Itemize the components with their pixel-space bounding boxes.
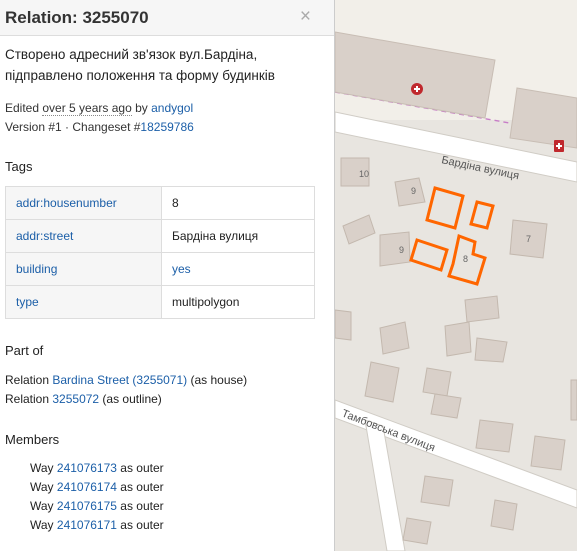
tag-key-link[interactable]: type — [16, 295, 39, 309]
house-number-label: 9 — [411, 186, 416, 196]
tag-value: Бардіна вулиця — [161, 219, 315, 253]
way-link[interactable]: 241076175 — [57, 499, 117, 513]
version-line: Version #1 · Changeset #18259786 — [5, 118, 194, 137]
tag-value-link[interactable]: yes — [172, 262, 191, 276]
edited-line: Edited over 5 years ago by andygol — [5, 99, 194, 118]
version-text: Version #1 · Changeset # — [5, 120, 141, 134]
item-suffix: as outer — [116, 461, 164, 475]
map-view[interactable]: 10 9 9 8 7 Бардіна вулиця Тамбовська вул… — [335, 0, 577, 551]
tag-key-link[interactable]: addr:street — [16, 229, 73, 243]
hospital-icon — [411, 83, 423, 95]
relation-link[interactable]: 3255072 — [52, 392, 99, 406]
edited-prefix: Edited — [5, 101, 43, 115]
item-suffix: as outer — [116, 518, 164, 532]
item-suffix: as outer — [116, 499, 164, 513]
list-item: Way 241076175 as outer — [30, 497, 164, 516]
changeset-comment: Створено адресний зв'язок вул.Бардіна, п… — [5, 47, 275, 83]
part-of-list: Relation Bardina Street (3255071) (as ho… — [5, 371, 247, 409]
part-of-heading: Part of — [5, 343, 44, 358]
sidebar: Relation: 3255070 × Створено адресний зв… — [0, 0, 335, 551]
item-prefix: Way — [30, 461, 57, 475]
members-heading: Members — [5, 432, 60, 447]
close-icon[interactable]: × — [300, 6, 311, 28]
map-canvas[interactable]: 10 9 9 8 7 Бардіна вулиця Тамбовська вул… — [335, 0, 577, 551]
item-prefix: Way — [30, 480, 57, 494]
table-row: building yes — [5, 252, 315, 286]
tags-table: addr:housenumber 8 addr:street Бардіна в… — [5, 186, 315, 319]
item-prefix: Relation — [5, 373, 53, 387]
by-text: by — [131, 101, 152, 115]
table-row: addr:housenumber 8 — [5, 186, 315, 220]
relation-link[interactable]: Bardina Street (3255071) — [52, 373, 187, 387]
item-prefix: Way — [30, 518, 57, 532]
item-prefix: Way — [30, 499, 57, 513]
list-item: Relation 3255072 (as outline) — [5, 390, 247, 409]
page-title: Relation: 3255070 — [5, 8, 149, 27]
tag-value: multipolygon — [161, 285, 315, 319]
item-suffix: (as house) — [187, 373, 248, 387]
way-link[interactable]: 241076171 — [57, 518, 117, 532]
sidebar-header: Relation: 3255070 × — [0, 0, 334, 36]
tags-heading: Tags — [5, 159, 33, 174]
tag-key-link[interactable]: building — [16, 262, 57, 276]
item-suffix: (as outline) — [99, 392, 162, 406]
table-row: addr:street Бардіна вулиця — [5, 219, 315, 253]
house-number-label: 8 — [463, 254, 468, 264]
edit-meta: Edited over 5 years ago by andygol Versi… — [5, 99, 194, 137]
item-prefix: Relation — [5, 392, 53, 406]
way-link[interactable]: 241076174 — [57, 480, 117, 494]
house-number-label: 10 — [359, 169, 369, 179]
way-link[interactable]: 241076173 — [57, 461, 117, 475]
list-item: Way 241076174 as outer — [30, 478, 164, 497]
changeset-link[interactable]: 18259786 — [140, 120, 193, 134]
table-row: type multipolygon — [5, 285, 315, 319]
user-link[interactable]: andygol — [151, 101, 193, 115]
list-item: Way 241076173 as outer — [30, 459, 164, 478]
tag-value: 8 — [161, 186, 315, 220]
members-list: Way 241076173 as outer Way 241076174 as … — [30, 459, 164, 535]
list-item: Way 241076171 as outer — [30, 516, 164, 535]
house-number-label: 7 — [526, 234, 531, 244]
house-number-label: 9 — [399, 245, 404, 255]
pharmacy-icon — [554, 140, 564, 152]
app: Relation: 3255070 × Створено адресний зв… — [0, 0, 577, 551]
tag-key-link[interactable]: addr:housenumber — [16, 196, 117, 210]
edited-time: over 5 years ago — [42, 101, 132, 116]
list-item: Relation Bardina Street (3255071) (as ho… — [5, 371, 247, 390]
item-suffix: as outer — [116, 480, 164, 494]
